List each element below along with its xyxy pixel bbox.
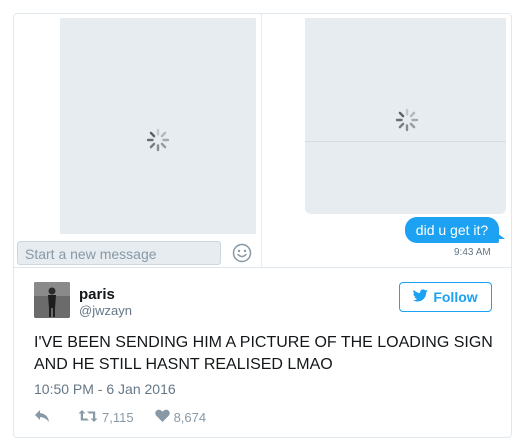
dm-left-pane: Start a new message bbox=[14, 14, 262, 267]
image-divider bbox=[305, 141, 506, 142]
follow-button[interactable]: Follow bbox=[399, 282, 492, 312]
image-placeholder-left[interactable] bbox=[60, 18, 256, 234]
retweet-icon bbox=[78, 409, 98, 426]
author-handle[interactable]: @jwzayn bbox=[79, 303, 132, 318]
author-name[interactable]: paris bbox=[79, 286, 115, 303]
tweet-actions: 7,115 8,674 bbox=[34, 408, 206, 426]
like-button[interactable]: 8,674 bbox=[154, 409, 207, 425]
card-divider bbox=[14, 267, 511, 268]
loading-spinner-icon bbox=[146, 128, 170, 152]
retweet-count: 7,115 bbox=[102, 409, 134, 425]
retweet-button[interactable]: 7,115 bbox=[78, 409, 134, 426]
embedded-tweet-card: Start a new message did u get it? 9:43 A… bbox=[13, 13, 512, 438]
smiley-icon[interactable] bbox=[232, 243, 252, 263]
like-count: 8,674 bbox=[173, 409, 207, 425]
message-bubble-tail bbox=[497, 233, 505, 239]
image-placeholder-right[interactable] bbox=[305, 18, 506, 214]
follow-label: Follow bbox=[433, 289, 478, 305]
twitter-bird-icon bbox=[413, 289, 429, 305]
tweet-timestamp[interactable]: 10:50 PM - 6 Jan 2016 bbox=[34, 381, 176, 397]
message-bubble: did u get it? bbox=[405, 217, 499, 243]
loading-spinner-icon bbox=[395, 108, 419, 132]
heart-icon bbox=[154, 409, 170, 425]
message-timestamp: 9:43 AM bbox=[454, 247, 491, 258]
reply-button[interactable] bbox=[34, 409, 50, 426]
reply-icon bbox=[34, 409, 50, 426]
avatar[interactable] bbox=[34, 282, 70, 318]
message-input[interactable]: Start a new message bbox=[17, 241, 221, 265]
dm-screenshot: Start a new message did u get it? 9:43 A… bbox=[14, 14, 511, 267]
tweet-text: I'VE BEEN SENDING HIM A PICTURE OF THE L… bbox=[34, 334, 493, 373]
